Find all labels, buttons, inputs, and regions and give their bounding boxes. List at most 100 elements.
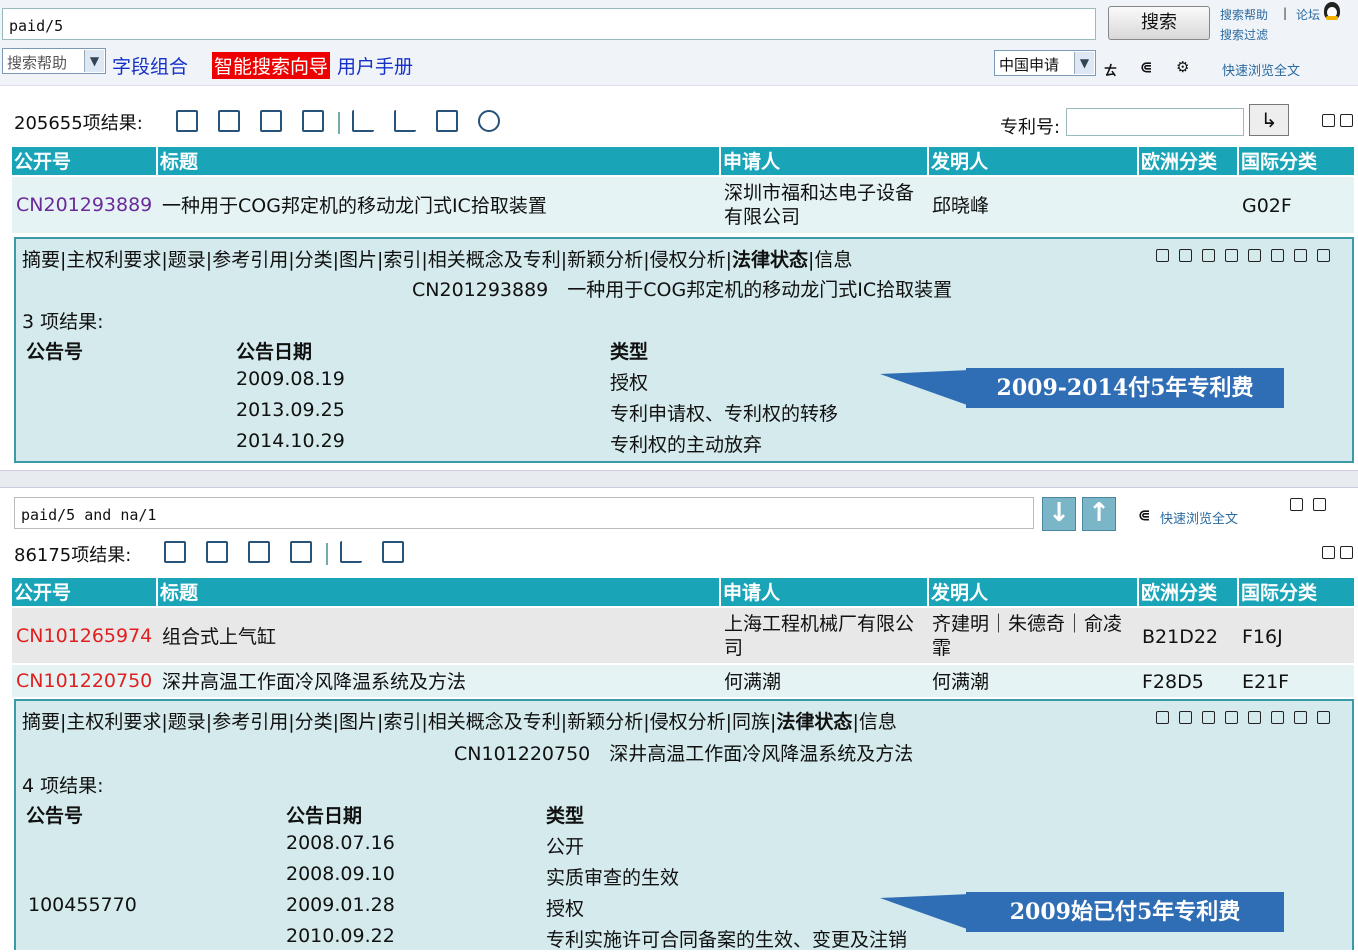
go-icon[interactable]: ↳ [1249,104,1289,136]
arrow-down-icon[interactable]: ↓ [1042,497,1076,531]
tab-legal-status[interactable]: 法律状态 [732,249,808,271]
detail-count: 4 项结果: [22,771,104,798]
next-icon[interactable] [1202,711,1215,724]
ipc-text: F16J [1242,625,1283,649]
search-button[interactable]: 搜索 [1108,6,1210,40]
smart-search-guide-link[interactable]: 智能搜索向导 [212,52,330,79]
prev-icon[interactable] [1179,711,1192,724]
entry-type: 实质审查的生效 [546,863,679,890]
col-inventor[interactable]: 发明人 [929,578,1139,608]
col-inventor[interactable]: 发明人 [929,147,1139,177]
tree-icon[interactable] [382,541,404,563]
list-icon[interactable] [1248,711,1261,724]
cluster-icon[interactable] [478,110,500,132]
bar-chart-icon[interactable] [352,110,374,132]
detail-count: 3 项结果: [22,307,104,334]
country-select[interactable]: 中国申请▼ [994,50,1096,76]
scatter-chart-icon[interactable] [394,110,416,132]
export-icon[interactable] [302,110,324,132]
entry-type: 授权 [546,894,584,921]
entry-type: 专利申请权、专利权的转移 [610,399,838,426]
columns-icon[interactable] [206,541,228,563]
last-icon[interactable] [1225,249,1238,262]
col-title[interactable]: 标题 [158,578,721,608]
title-text: 组合式上气缸 [162,625,276,649]
close-icon[interactable] [1340,546,1353,559]
col-pub[interactable]: 公开号 [12,578,158,608]
ecla-text: B21D22 [1142,625,1218,649]
search-filter-link[interactable]: 搜索过滤 [1220,26,1268,43]
search-help-link[interactable]: 搜索帮助 [1220,6,1268,23]
col-pub[interactable]: 公开号 [12,147,158,177]
col-ecla[interactable]: 欧洲分类 [1139,147,1239,177]
detail-tabs[interactable]: 摘要|主权利要求|题录|参考引用|分类|图片|索引|相关概念及专利|新颖分析|侵… [22,707,897,734]
list-view-icon[interactable] [176,110,198,132]
doc-icon[interactable] [1271,711,1284,724]
restore-icon[interactable] [1322,114,1335,127]
detail-nav-icons [1156,249,1330,262]
browse-icon[interactable]: ⋐ [1138,506,1151,524]
refine-query-input[interactable]: paid/5 and na/1 [14,497,1034,529]
entry-date: 2009.01.28 [286,894,395,916]
list-view-icon[interactable] [164,541,186,563]
browse-icon[interactable]: ⋐ [1140,58,1153,76]
settings-icon[interactable]: ⚙ [1176,58,1189,76]
bar-chart-icon[interactable] [340,541,362,563]
quick-browse-link[interactable]: 快速浏览全文 [1160,508,1238,527]
field-combo-link[interactable]: 字段组合 [112,52,188,79]
tab-legal-status[interactable]: 法律状态 [776,711,852,733]
quick-browse-link[interactable]: 快速浏览全文 [1222,60,1300,79]
col-ipc[interactable]: 国际分类 [1239,578,1354,608]
mail-icon[interactable] [248,541,270,563]
mail-icon[interactable] [260,110,282,132]
tree-icon[interactable] [436,110,458,132]
close-icon[interactable] [1317,249,1330,262]
col-applicant[interactable]: 申请人 [721,578,929,608]
chevron-down-icon: ▼ [84,50,104,72]
col-notice-date: 公告日期 [286,801,362,828]
pub-link[interactable]: CN101220750 [16,669,152,693]
inventor-text: 邱晓峰 [932,194,989,218]
user-manual-link[interactable]: 用户手册 [337,52,413,79]
query-input[interactable]: paid/5 [2,8,1096,40]
entry-type: 专利权的主动放弃 [610,430,762,457]
translate-icon[interactable]: ㄊ [1104,60,1117,79]
arrow-up-icon[interactable]: ↑ [1082,497,1116,531]
col-ecla[interactable]: 欧洲分类 [1139,578,1239,608]
close-icon[interactable] [1317,711,1330,724]
book-icon[interactable] [1294,711,1307,724]
first-icon[interactable] [1156,711,1169,724]
list-icon[interactable] [1248,249,1261,262]
table-row[interactable]: CN101220750 深井高温工作面冷风降温系统及方法 何满潮 何满潮 F28… [12,665,1354,697]
patent-no-input[interactable] [1066,108,1244,136]
table-row[interactable]: CN101265974 组合式上气缸 上海工程机械厂有限公司 齐建明｜朱德奇｜俞… [12,608,1354,664]
table-row[interactable]: CN201293889 一种用于COG邦定机的移动龙门式IC拾取装置 深圳市福和… [12,177,1354,233]
qq-penguin-icon[interactable] [1324,2,1340,20]
columns-icon[interactable] [218,110,240,132]
entry-type: 专利实施许可合同备案的生效、变更及注销 [546,925,907,952]
col-notice-date: 公告日期 [236,337,312,364]
col-ipc[interactable]: 国际分类 [1239,147,1354,177]
last-icon[interactable] [1225,711,1238,724]
pub-link[interactable]: CN101265974 [16,624,152,648]
prev-icon[interactable] [1179,249,1192,262]
doc-icon[interactable] [1271,249,1284,262]
export-icon[interactable] [290,541,312,563]
next-icon[interactable] [1202,249,1215,262]
col-applicant[interactable]: 申请人 [721,147,929,177]
maximize-icon[interactable] [1290,498,1303,511]
panel-divider [0,470,1358,488]
close-icon[interactable] [1313,498,1326,511]
callout-pointer [880,368,970,408]
pub-link[interactable]: CN201293889 [16,193,152,217]
result-table-header: 公开号 标题 申请人 发明人 欧洲分类 国际分类 [12,147,1354,177]
col-title[interactable]: 标题 [158,147,721,177]
book-icon[interactable] [1294,249,1307,262]
search-help-select[interactable]: 搜索帮助▼ [2,48,106,74]
entry-date: 2008.07.16 [286,832,395,854]
restore-icon[interactable] [1322,546,1335,559]
first-icon[interactable] [1156,249,1169,262]
forum-link[interactable]: 论坛 [1296,6,1320,23]
close-icon[interactable] [1340,114,1353,127]
detail-tabs[interactable]: 摘要|主权利要求|题录|参考引用|分类|图片|索引|相关概念及专利|新颖分析|侵… [22,245,852,272]
